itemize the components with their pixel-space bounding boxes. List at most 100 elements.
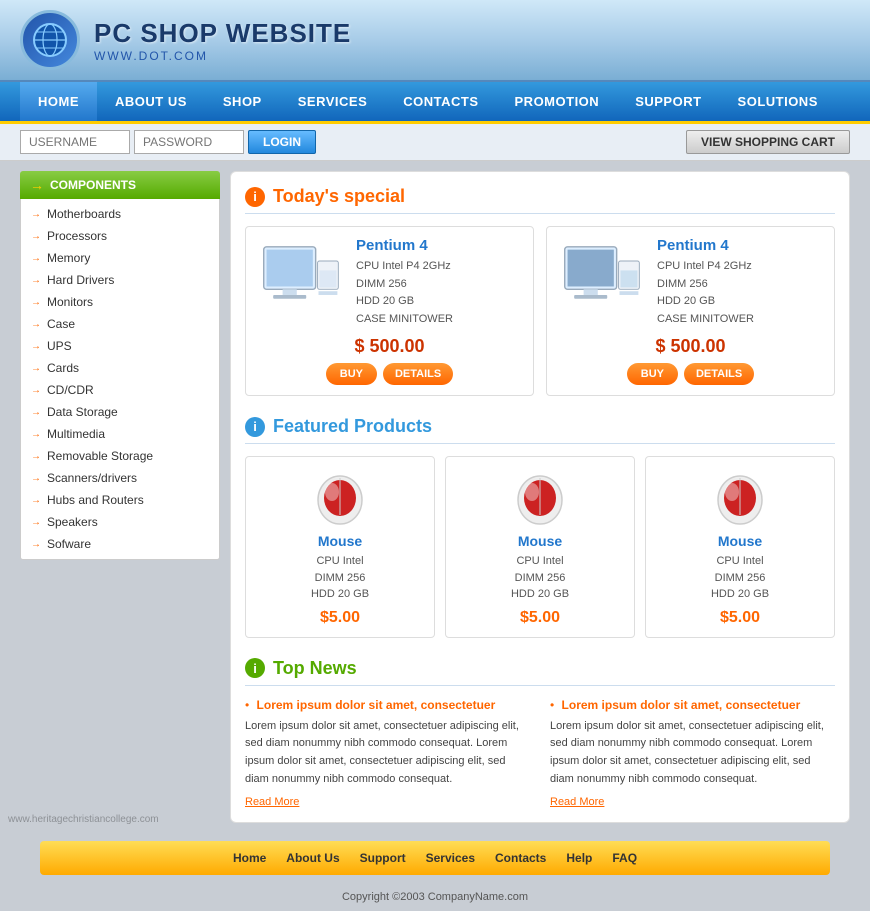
featured-img-3 bbox=[705, 467, 775, 527]
sidebar-header: → COMPONENTS bbox=[20, 171, 220, 199]
sidebar-item-cdcdr[interactable]: CD/CDR bbox=[21, 379, 219, 401]
sidebar-item-motherboards[interactable]: Motherboards bbox=[21, 203, 219, 225]
featured-price-1: $5.00 bbox=[256, 609, 424, 627]
special-info-1: Pentium 4 CPU Intel P4 2GHzDIMM 256HDD 2… bbox=[356, 237, 523, 328]
mouse-svg-2 bbox=[510, 470, 570, 525]
sidebar-item-speakers[interactable]: Speakers bbox=[21, 511, 219, 533]
sidebar-title: COMPONENTS bbox=[50, 178, 136, 192]
details-button-2[interactable]: DETAILS bbox=[684, 363, 754, 385]
computer-svg-1 bbox=[259, 240, 344, 315]
sidebar-item-hubs-routers[interactable]: Hubs and Routers bbox=[21, 489, 219, 511]
info-icon-featured: i bbox=[245, 417, 265, 437]
buy-button-2[interactable]: BUY bbox=[627, 363, 678, 385]
footer-link-support[interactable]: Support bbox=[360, 851, 406, 865]
featured-price-2: $5.00 bbox=[456, 609, 624, 627]
news-item-1: • Lorem ipsum dolor sit amet, consectetu… bbox=[245, 698, 530, 808]
special-specs-1: CPU Intel P4 2GHzDIMM 256HDD 20 GBCASE M… bbox=[356, 258, 523, 328]
todays-special-title: Today's special bbox=[273, 186, 405, 207]
main-layout: → COMPONENTS Motherboards Processors Mem… bbox=[0, 161, 870, 833]
todays-special-header: i Today's special bbox=[245, 186, 835, 214]
news-body-1: Lorem ipsum dolor sit amet, consectetuer… bbox=[245, 718, 530, 788]
nav-shop[interactable]: SHOP bbox=[205, 82, 280, 121]
footer-link-home[interactable]: Home bbox=[233, 851, 266, 865]
featured-specs-1: CPU IntelDIMM 256HDD 20 GB bbox=[256, 553, 424, 603]
nav-home[interactable]: HOME bbox=[20, 82, 97, 121]
globe-icon bbox=[32, 22, 68, 58]
footer-link-about[interactable]: About Us bbox=[286, 851, 339, 865]
main-nav: HOME ABOUT US SHOP SERVICES CONTACTS PRO… bbox=[0, 82, 870, 124]
footer-link-contacts[interactable]: Contacts bbox=[495, 851, 546, 865]
nav-solutions[interactable]: SOLUTIONS bbox=[720, 82, 836, 121]
mouse-svg-1 bbox=[310, 470, 370, 525]
site-title: PC SHOP WEBSITE bbox=[94, 18, 351, 49]
footer-nav-wrapper: Home About Us Support Services Contacts … bbox=[0, 833, 870, 883]
special-price-2: $ 500.00 bbox=[557, 336, 824, 357]
buy-button-1[interactable]: BUY bbox=[326, 363, 377, 385]
news-headline-2: • Lorem ipsum dolor sit amet, consectetu… bbox=[550, 698, 835, 712]
read-more-1[interactable]: Read More bbox=[245, 796, 299, 808]
featured-card-3: Mouse CPU IntelDIMM 256HDD 20 GB $5.00 bbox=[645, 456, 835, 638]
sidebar-item-ups[interactable]: UPS bbox=[21, 335, 219, 357]
sidebar-item-monitors[interactable]: Monitors bbox=[21, 291, 219, 313]
news-headline-1: • Lorem ipsum dolor sit amet, consectetu… bbox=[245, 698, 530, 712]
nav-about[interactable]: ABOUT US bbox=[97, 82, 205, 121]
sidebar-item-case[interactable]: Case bbox=[21, 313, 219, 335]
featured-title: Featured Products bbox=[273, 416, 432, 437]
specials-grid: Pentium 4 CPU Intel P4 2GHzDIMM 256HDD 2… bbox=[245, 226, 835, 396]
news-grid: • Lorem ipsum dolor sit amet, consectetu… bbox=[245, 698, 835, 808]
special-product-image-2 bbox=[557, 237, 647, 317]
special-product-image-1 bbox=[256, 237, 346, 317]
featured-card-2: Mouse CPU IntelDIMM 256HDD 20 GB $5.00 bbox=[445, 456, 635, 638]
special-name-1: Pentium 4 bbox=[356, 237, 523, 254]
news-item-2: • Lorem ipsum dolor sit amet, consectetu… bbox=[550, 698, 835, 808]
username-input[interactable] bbox=[20, 130, 130, 154]
password-input[interactable] bbox=[134, 130, 244, 154]
nav-promotion[interactable]: PROMOTION bbox=[497, 82, 618, 121]
special-price-1: $ 500.00 bbox=[256, 336, 523, 357]
featured-name-2: Mouse bbox=[456, 533, 624, 549]
featured-img-1 bbox=[305, 467, 375, 527]
sidebar-item-multimedia[interactable]: Multimedia bbox=[21, 423, 219, 445]
featured-card-1: Mouse CPU IntelDIMM 256HDD 20 GB $5.00 bbox=[245, 456, 435, 638]
sidebar: → COMPONENTS Motherboards Processors Mem… bbox=[20, 171, 220, 823]
sidebar-item-sofware[interactable]: Sofware bbox=[21, 533, 219, 555]
special-specs-2: CPU Intel P4 2GHzDIMM 256HDD 20 GBCASE M… bbox=[657, 258, 824, 328]
special-btn-row-1: BUY DETAILS bbox=[256, 363, 523, 385]
login-form: LOGIN bbox=[20, 130, 316, 154]
featured-header: i Featured Products bbox=[245, 416, 835, 444]
featured-name-1: Mouse bbox=[256, 533, 424, 549]
computer-svg-2 bbox=[560, 240, 645, 315]
sidebar-list: Motherboards Processors Memory Hard Driv… bbox=[20, 199, 220, 560]
sidebar-item-cards[interactable]: Cards bbox=[21, 357, 219, 379]
featured-name-3: Mouse bbox=[656, 533, 824, 549]
site-url: WWW.DOT.COM bbox=[94, 49, 351, 63]
top-news-title: Top News bbox=[273, 658, 357, 679]
logo bbox=[20, 10, 80, 70]
site-header: PC SHOP WEBSITE WWW.DOT.COM bbox=[0, 0, 870, 82]
special-btn-row-2: BUY DETAILS bbox=[557, 363, 824, 385]
sidebar-item-memory[interactable]: Memory bbox=[21, 247, 219, 269]
sidebar-item-removable-storage[interactable]: Removable Storage bbox=[21, 445, 219, 467]
nav-services[interactable]: SERVICES bbox=[280, 82, 386, 121]
read-more-2[interactable]: Read More bbox=[550, 796, 604, 808]
special-card-2: Pentium 4 CPU Intel P4 2GHzDIMM 256HDD 2… bbox=[546, 226, 835, 396]
featured-grid: Mouse CPU IntelDIMM 256HDD 20 GB $5.00 M… bbox=[245, 456, 835, 638]
footer-link-help[interactable]: Help bbox=[566, 851, 592, 865]
special-name-2: Pentium 4 bbox=[657, 237, 824, 254]
mouse-svg-3 bbox=[710, 470, 770, 525]
nav-contacts[interactable]: CONTACTS bbox=[385, 82, 496, 121]
details-button-1[interactable]: DETAILS bbox=[383, 363, 453, 385]
nav-support[interactable]: SUPPORT bbox=[617, 82, 719, 121]
view-cart-button[interactable]: VIEW SHOPPING CART bbox=[686, 130, 850, 154]
sidebar-item-data-storage[interactable]: Data Storage bbox=[21, 401, 219, 423]
login-bar: LOGIN VIEW SHOPPING CART bbox=[0, 124, 870, 161]
footer-link-services[interactable]: Services bbox=[426, 851, 475, 865]
footer-nav: Home About Us Support Services Contacts … bbox=[40, 841, 830, 875]
sidebar-item-processors[interactable]: Processors bbox=[21, 225, 219, 247]
sidebar-item-hard-drivers[interactable]: Hard Drivers bbox=[21, 269, 219, 291]
footer-link-faq[interactable]: FAQ bbox=[612, 851, 637, 865]
top-news-header: i Top News bbox=[245, 658, 835, 686]
login-button[interactable]: LOGIN bbox=[248, 130, 316, 154]
sidebar-item-scanners[interactable]: Scanners/drivers bbox=[21, 467, 219, 489]
info-icon-special: i bbox=[245, 187, 265, 207]
